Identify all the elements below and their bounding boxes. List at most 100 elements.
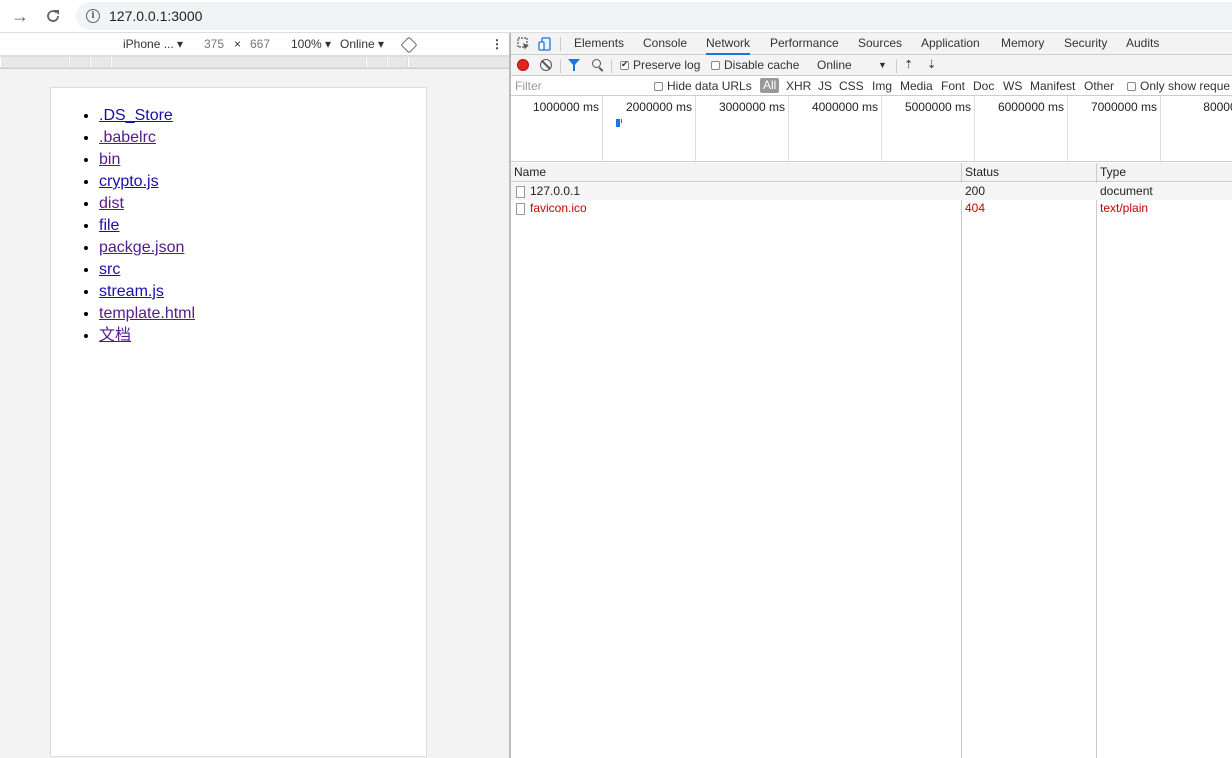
throttle-select[interactable]: Online ▼ — [817, 58, 887, 72]
filter-type-xhr[interactable]: XHR — [786, 79, 811, 93]
tab-security[interactable]: Security — [1064, 33, 1107, 55]
file-link[interactable]: .babelrc — [99, 129, 156, 146]
devtools-tabbar: Elements Console Network Performance Sources… — [511, 33, 1232, 55]
timeline-request-bar — [616, 119, 620, 127]
ruler-segment[interactable] — [408, 57, 509, 67]
checkbox-icon[interactable] — [1127, 82, 1136, 91]
info-icon[interactable]: i — [86, 9, 100, 23]
omnibox[interactable]: i 127.0.0.1:3000 — [76, 2, 1232, 30]
network-timeline-overview[interactable]: 1000000 ms 2000000 ms 3000000 ms 4000000 ms… — [511, 96, 1232, 162]
device-viewport: .DS_Store .babelrc bin crypto.js dist file pac… — [50, 87, 427, 757]
table-row[interactable]: 127.0.0.1 200 document — [511, 183, 1232, 200]
separator — [560, 37, 561, 51]
arrow-right-icon[interactable]: → — [8, 4, 32, 28]
list-item: .babelrc — [99, 127, 426, 149]
filter-type-ws[interactable]: WS — [1003, 79, 1022, 93]
checkbox-icon[interactable] — [711, 61, 720, 70]
hide-data-urls-checkbox[interactable]: Hide data URLs — [654, 79, 752, 93]
ruler-segment[interactable] — [0, 57, 68, 67]
reload-icon[interactable] — [41, 4, 65, 28]
file-link[interactable]: crypto.js — [99, 173, 159, 190]
filter-type-css[interactable]: CSS — [839, 79, 864, 93]
filter-type-doc[interactable]: Doc — [973, 79, 994, 93]
device-toolbar-icon[interactable] — [538, 37, 552, 51]
timeline-label: 2000000 ms — [625, 100, 692, 114]
tab-audits[interactable]: Audits — [1126, 33, 1159, 55]
table-row[interactable]: favicon.ico 404 text/plain — [511, 200, 1232, 217]
list-item: bin — [99, 149, 426, 171]
filter-type-media[interactable]: Media — [900, 79, 933, 93]
file-link[interactable]: stream.js — [99, 283, 164, 300]
request-name: favicon.ico — [530, 201, 587, 215]
file-link[interactable]: src — [99, 261, 120, 278]
file-link[interactable]: template.html — [99, 305, 195, 322]
device-select[interactable]: iPhone ... ▾ — [123, 37, 183, 51]
export-har-icon[interactable]: ⇣ — [927, 59, 937, 72]
more-options-icon[interactable]: ⋮ — [491, 37, 503, 51]
tab-network[interactable]: Network — [706, 33, 751, 55]
request-status: 200 — [965, 184, 986, 198]
ruler-segment[interactable] — [111, 57, 365, 67]
disable-cache-checkbox[interactable]: Disable cache — [711, 58, 799, 72]
record-icon[interactable] — [517, 59, 529, 71]
filter-type-all[interactable]: All — [760, 78, 780, 93]
tab-sources[interactable]: Sources — [858, 33, 902, 55]
timeline-label: 5000000 ms — [904, 100, 971, 114]
filter-icon[interactable] — [568, 59, 580, 71]
url-text[interactable]: 127.0.0.1:3000 — [109, 8, 202, 24]
search-icon[interactable] — [592, 59, 601, 68]
filter-type-img[interactable]: Img — [872, 79, 892, 93]
zoom-select[interactable]: 100% ▾ — [291, 37, 331, 51]
separator — [560, 59, 561, 73]
network-requests-table: Name Status Type 127.0.0.1 200 document fav… — [511, 163, 1232, 758]
file-link[interactable]: file — [99, 217, 119, 234]
tab-memory[interactable]: Memory — [1001, 33, 1044, 55]
filter-type-manifest[interactable]: Manifest — [1030, 79, 1075, 93]
file-link[interactable]: .DS_Store — [99, 107, 173, 124]
rotate-icon[interactable] — [400, 36, 418, 54]
list-item: crypto.js — [99, 171, 426, 193]
ruler-segment[interactable] — [90, 57, 110, 67]
preserve-log-checkbox[interactable]: Preserve log — [620, 58, 700, 72]
tab-performance[interactable]: Performance — [770, 33, 839, 55]
timeline-label: 1000000 ms — [532, 100, 599, 114]
network-throttle-select[interactable]: Online ▾ — [340, 37, 384, 51]
media-query-ruler[interactable] — [0, 55, 509, 69]
clear-icon[interactable] — [540, 59, 552, 71]
device-width[interactable]: 375 — [204, 37, 224, 51]
checkbox-checked-icon[interactable] — [620, 59, 629, 70]
list-item: 文档 — [99, 325, 426, 347]
filter-type-font[interactable]: Font — [941, 79, 965, 93]
tab-elements[interactable]: Elements — [574, 33, 624, 55]
file-link[interactable]: packge.json — [99, 239, 184, 256]
ruler-segment[interactable] — [387, 57, 407, 67]
request-type: text/plain — [1100, 201, 1149, 215]
file-link[interactable]: dist — [99, 195, 124, 212]
list-item: stream.js — [99, 281, 426, 303]
filter-input[interactable]: Filter — [515, 79, 645, 93]
column-header-status[interactable]: Status — [965, 165, 999, 179]
device-height[interactable]: 667 — [250, 37, 270, 51]
tab-console[interactable]: Console — [643, 33, 687, 55]
file-link[interactable]: 文档 — [99, 327, 131, 344]
column-header-name[interactable]: Name — [514, 165, 546, 179]
file-link[interactable]: bin — [99, 151, 120, 168]
filter-type-other[interactable]: Other — [1084, 79, 1114, 93]
ruler-segment[interactable] — [69, 57, 89, 67]
filter-bar: Filter Hide data URLs All XHR JS CSS Img Medi… — [511, 76, 1232, 96]
checkbox-icon[interactable] — [654, 82, 663, 91]
tab-application[interactable]: Application — [921, 33, 980, 55]
separator — [896, 59, 897, 73]
list-item: template.html — [99, 303, 426, 325]
request-name: 127.0.0.1 — [530, 184, 581, 198]
document-icon — [516, 186, 525, 198]
filter-type-js[interactable]: JS — [818, 79, 832, 93]
only-show-checkbox[interactable]: Only show reque — [1127, 79, 1230, 93]
ruler-segment[interactable] — [366, 57, 386, 67]
column-header-type[interactable]: Type — [1100, 165, 1126, 179]
column-divider[interactable] — [1096, 163, 1097, 758]
column-divider[interactable] — [961, 163, 962, 758]
inspect-element-icon[interactable] — [517, 37, 531, 51]
list-item: dist — [99, 193, 426, 215]
import-har-icon[interactable]: ⇡ — [904, 59, 914, 72]
